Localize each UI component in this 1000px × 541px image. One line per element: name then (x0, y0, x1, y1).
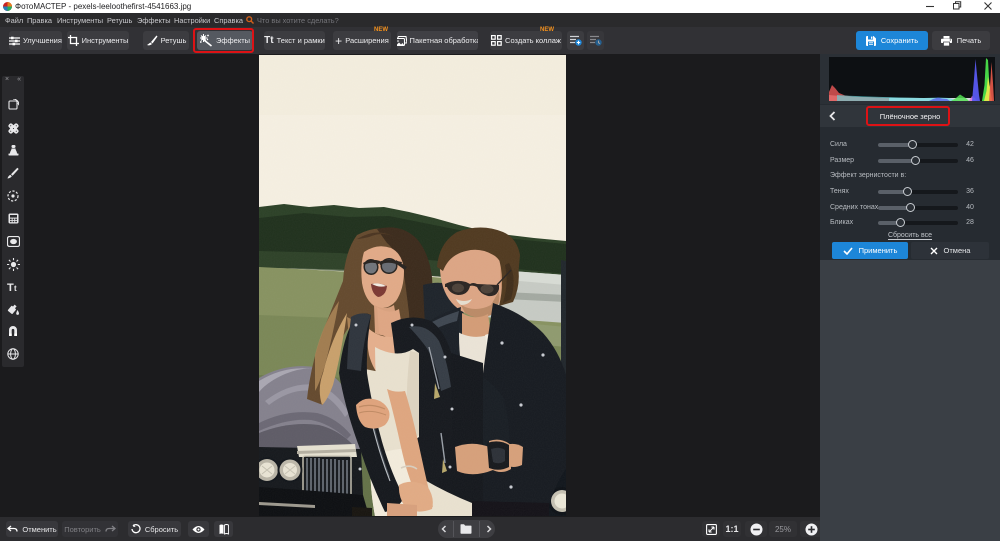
svg-text:t: t (14, 284, 17, 292)
svg-text:T: T (7, 282, 14, 292)
